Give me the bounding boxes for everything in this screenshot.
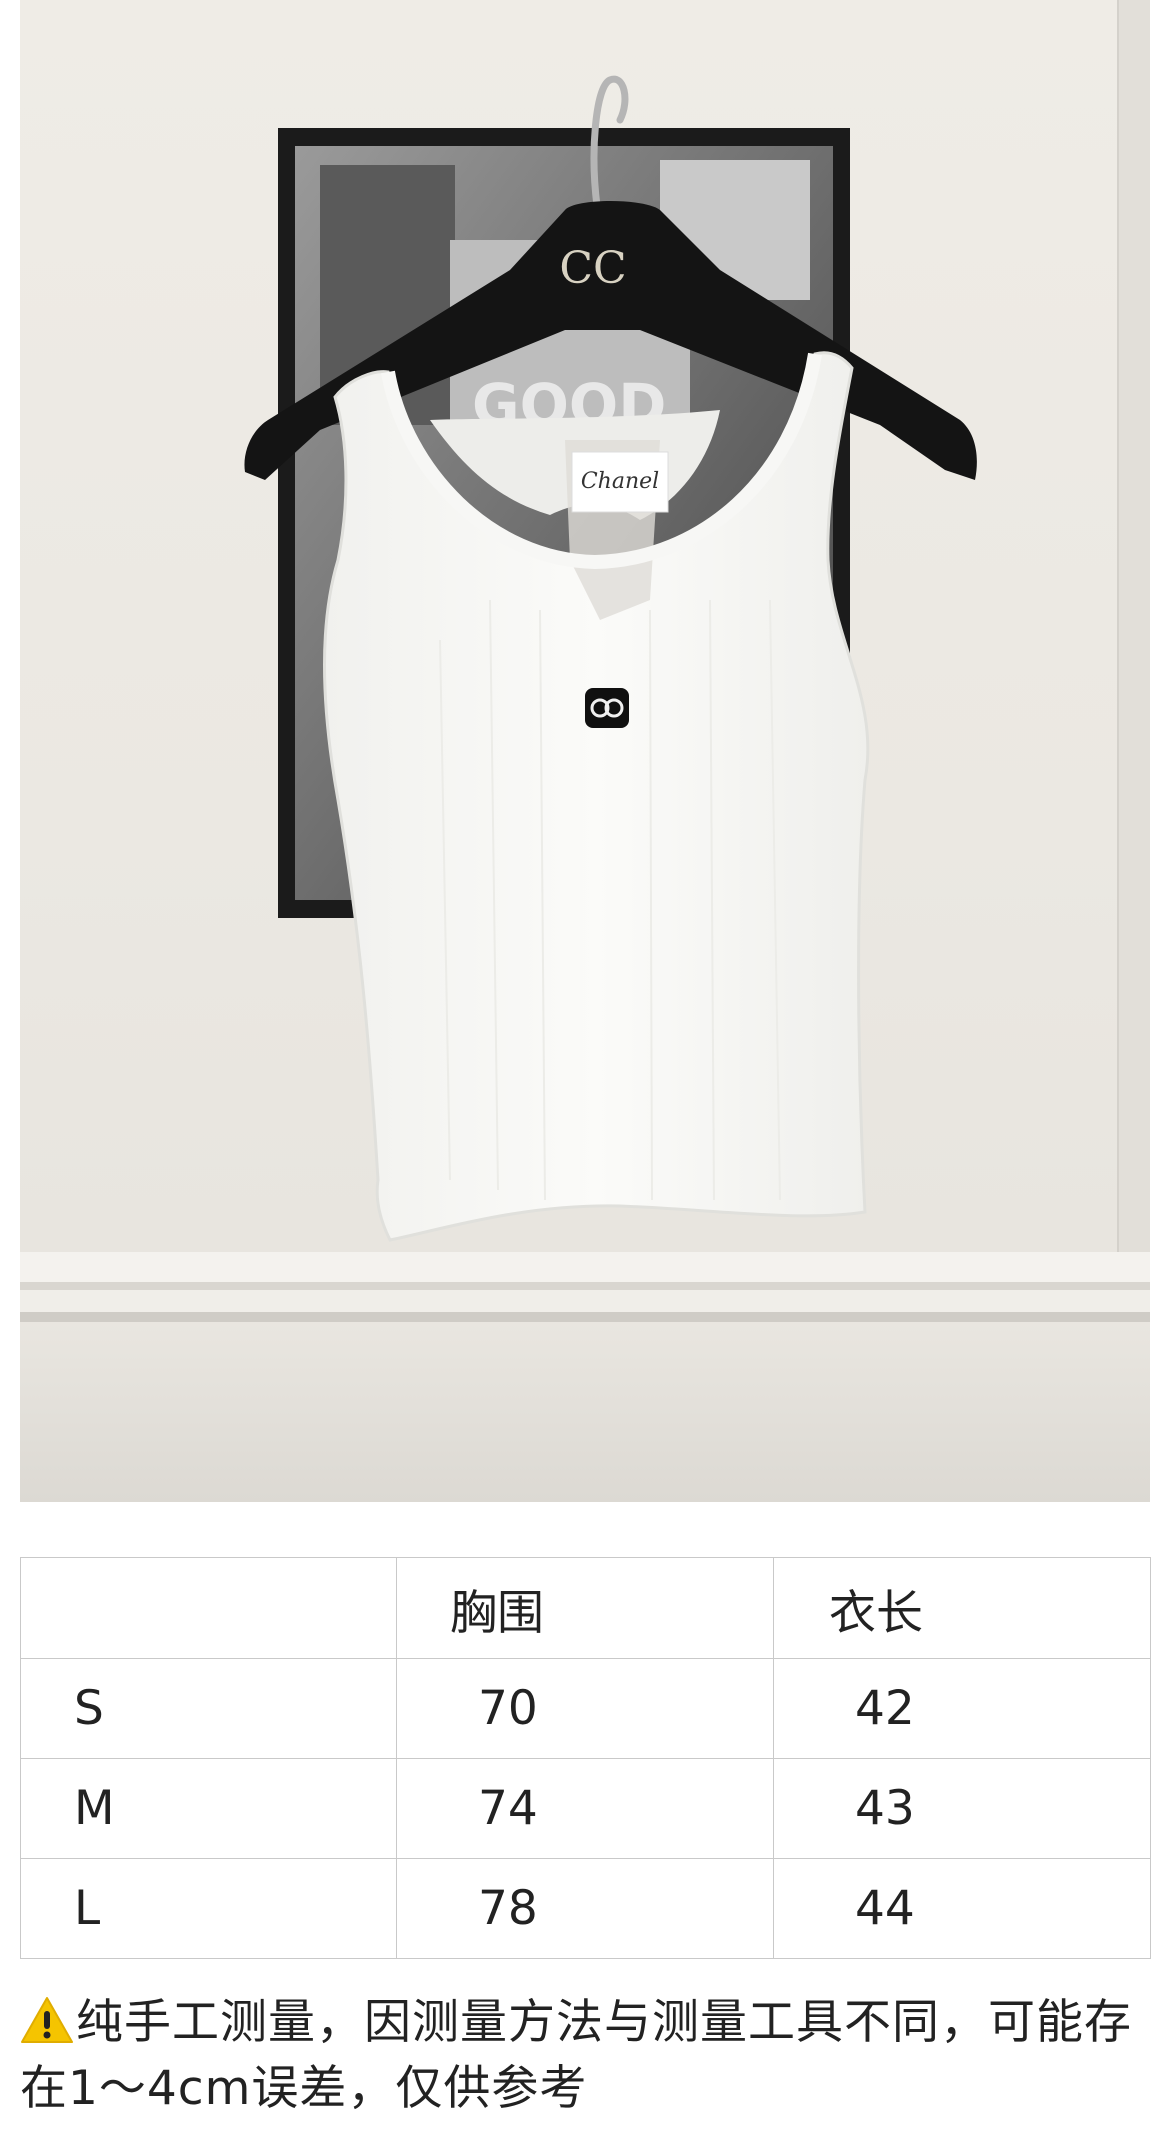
- header-bust: 胸围: [396, 1557, 774, 1659]
- size-label: L: [20, 1858, 397, 1959]
- product-photo: GOOD CC Chanel: [20, 0, 1150, 1502]
- table-row: M 74 43: [20, 1758, 1151, 1859]
- header-length: 衣长: [773, 1557, 1151, 1659]
- header-size: [20, 1557, 397, 1659]
- measurement-note: 纯手工测量，因测量方法与测量工具不同，可能存在1～4cm误差，仅供参考: [20, 1990, 1160, 2122]
- warning-icon: [20, 1996, 74, 2044]
- wall-molding: [20, 1252, 1150, 1502]
- bust-value: 74: [396, 1758, 774, 1859]
- size-label: S: [20, 1658, 397, 1759]
- tag-text: Chanel: [581, 469, 659, 494]
- table-row: S 70 42: [20, 1658, 1151, 1759]
- size-table: 胸围 衣长 S 70 42 M 74 43 L 78 44: [20, 1557, 1151, 1959]
- note-text: 纯手工测量，因测量方法与测量工具不同，可能存在1～4cm误差，仅供参考: [20, 1995, 1132, 2116]
- hanger-logo: CC: [559, 243, 626, 294]
- tank-top: Chanel: [323, 351, 870, 1242]
- length-value: 44: [773, 1858, 1151, 1959]
- size-label: M: [20, 1758, 397, 1859]
- length-value: 43: [773, 1758, 1151, 1859]
- length-value: 42: [773, 1658, 1151, 1759]
- table-row: L 78 44: [20, 1858, 1151, 1959]
- bust-value: 78: [396, 1858, 774, 1959]
- bust-value: 70: [396, 1658, 774, 1759]
- table-header-row: 胸围 衣长: [20, 1557, 1151, 1659]
